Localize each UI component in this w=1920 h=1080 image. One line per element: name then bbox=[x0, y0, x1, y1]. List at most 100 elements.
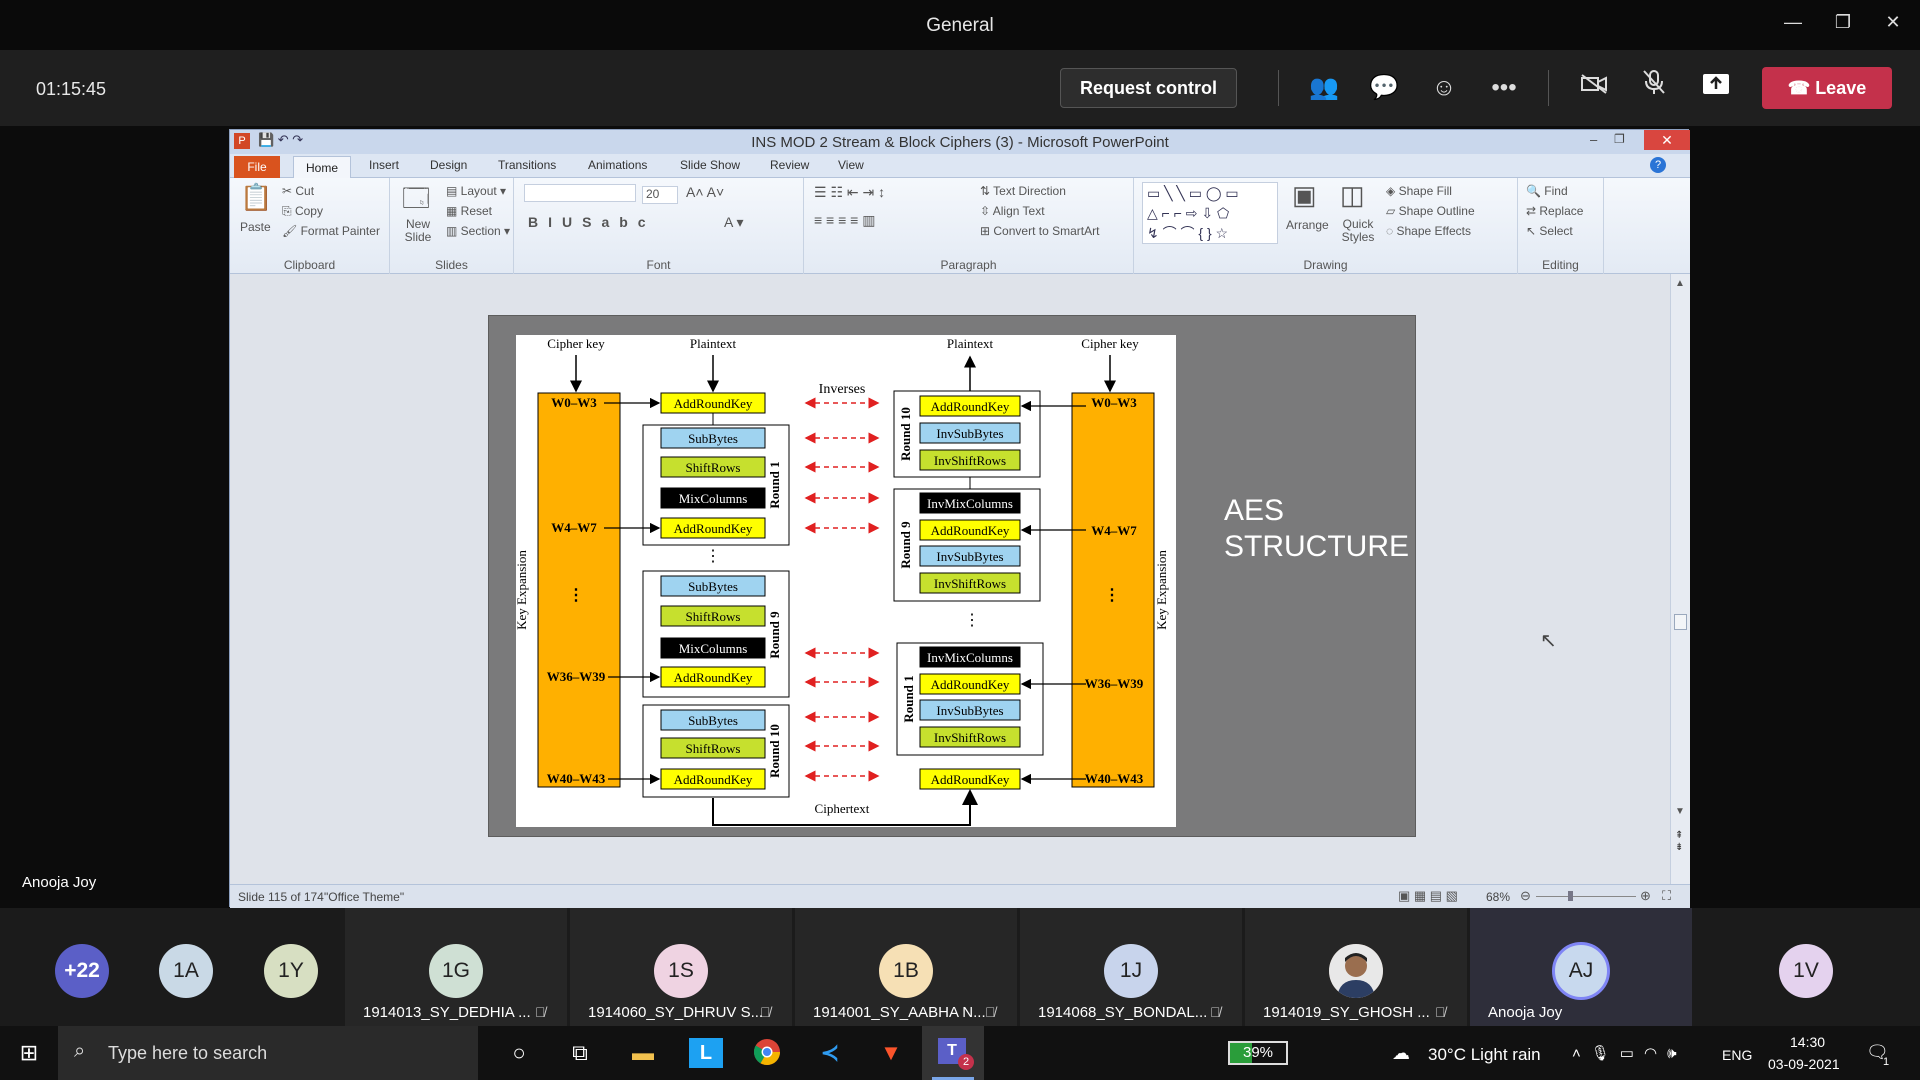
windows-start-icon[interactable]: ⊞ bbox=[12, 1038, 46, 1068]
participant-name: 1914060_SY_DHRUV S... bbox=[588, 1004, 764, 1021]
shape-effects-label: Shape Effects bbox=[1396, 224, 1471, 238]
more-options-icon[interactable]: ••• bbox=[1484, 68, 1524, 108]
restore-icon[interactable]: ❐ bbox=[1828, 12, 1858, 38]
lenovo-l-icon[interactable]: L bbox=[689, 1038, 723, 1068]
align-icons[interactable]: ≡ ≡ ≡ ≡ ▥ bbox=[814, 212, 875, 229]
avatar[interactable]: 1Y bbox=[264, 944, 318, 998]
tab-file[interactable]: File bbox=[234, 156, 280, 178]
find-button[interactable]: 🔍 Find bbox=[1526, 184, 1568, 198]
participant-tile[interactable]: 1G 1914013_SY_DEDHIA ... 🎙̸ bbox=[345, 908, 567, 1026]
tab-design[interactable]: Design bbox=[430, 158, 467, 172]
cortana-icon[interactable]: ○ bbox=[502, 1038, 536, 1068]
scroll-down-icon[interactable]: ▼ bbox=[1675, 806, 1685, 817]
chat-icon[interactable]: 💬 bbox=[1364, 68, 1404, 108]
request-control-button[interactable]: Request control bbox=[1060, 68, 1237, 108]
mic-off-icon[interactable] bbox=[1634, 68, 1674, 108]
align-text-button[interactable]: ⇳ Align Text bbox=[980, 204, 1045, 218]
tab-insert[interactable]: Insert bbox=[369, 158, 399, 172]
format-painter-button[interactable]: 🖌 Format Painter bbox=[282, 224, 380, 238]
leave-button[interactable]: ☎ Leave bbox=[1762, 67, 1892, 109]
ppt-minimize-icon[interactable]: – bbox=[1590, 132, 1597, 147]
zoom-slider-thumb[interactable] bbox=[1568, 891, 1573, 901]
tab-animations[interactable]: Animations bbox=[588, 158, 647, 172]
clock-time[interactable]: 14:30 bbox=[1790, 1034, 1825, 1050]
help-icon[interactable]: ? bbox=[1650, 157, 1666, 173]
add-round-key-box: AddRoundKey bbox=[931, 772, 1010, 787]
view-buttons-icon[interactable]: ▣ ▦ ▤ ▧ bbox=[1398, 888, 1458, 904]
new-slide-button[interactable]: New Slide bbox=[398, 218, 438, 244]
layout-button[interactable]: ▤ Layout ▾ bbox=[446, 184, 506, 198]
section-button[interactable]: ▥ Section ▾ bbox=[446, 224, 510, 238]
participant-tile-speaking[interactable]: AJ Anooja Joy bbox=[1470, 908, 1692, 1026]
font-color-icon[interactable]: A ▾ bbox=[724, 214, 743, 231]
tab-transitions[interactable]: Transitions bbox=[498, 158, 556, 172]
convert-smartart-button[interactable]: ⊞ Convert to SmartArt bbox=[980, 224, 1099, 238]
font-size-select[interactable]: 20 bbox=[642, 186, 678, 204]
ppt-title-bar: P 💾 ↶ ↷ INS MOD 2 Stream & Block Ciphers… bbox=[230, 130, 1690, 154]
text-direction-button[interactable]: ⇅ Text Direction bbox=[980, 184, 1066, 198]
weather-icon[interactable]: ☁ bbox=[1392, 1043, 1410, 1064]
tab-view[interactable]: View bbox=[838, 158, 864, 172]
shape-outline-button[interactable]: ▱ Shape Outline bbox=[1386, 204, 1475, 218]
tab-review[interactable]: Review bbox=[770, 158, 809, 172]
clock-date[interactable]: 03-09-2021 bbox=[1768, 1056, 1840, 1072]
overflow-participants-button[interactable]: +22 bbox=[55, 944, 109, 998]
ppt-restore-icon[interactable]: ❐ bbox=[1614, 132, 1625, 146]
paste-icon[interactable]: 📋 bbox=[240, 182, 272, 213]
shape-fill-button[interactable]: ◈ Shape Fill bbox=[1386, 184, 1452, 198]
font-style-icons[interactable]: BIUSabc bbox=[528, 214, 656, 230]
scroll-thumb[interactable] bbox=[1674, 614, 1687, 630]
replace-button[interactable]: ⇄ Replace bbox=[1526, 204, 1583, 218]
file-explorer-icon[interactable]: ▬ bbox=[626, 1038, 660, 1068]
bullets-icon[interactable]: ☰ ☷ ⇤ ⇥ ↕ bbox=[814, 184, 885, 201]
quick-styles-icon[interactable]: ◫ bbox=[1340, 180, 1365, 211]
cut-button[interactable]: ✂ Cut bbox=[282, 184, 314, 198]
avatar[interactable]: 1V bbox=[1779, 944, 1833, 998]
zoom-out-icon[interactable]: ⊖ bbox=[1520, 888, 1531, 904]
weather-text[interactable]: 30°C Light rain bbox=[1428, 1045, 1541, 1065]
participant-tile[interactable]: 1914019_SY_GHOSH ... 🎙̸ bbox=[1245, 908, 1467, 1026]
zoom-slider[interactable] bbox=[1536, 896, 1636, 897]
fit-to-window-icon[interactable]: ⛶ bbox=[1662, 888, 1671, 904]
scroll-up-icon[interactable]: ▲ bbox=[1675, 278, 1685, 289]
shape-outline-label: Shape Outline bbox=[1398, 204, 1475, 218]
system-tray-icons[interactable]: ˄🎙▭◠🕪 bbox=[1572, 1044, 1687, 1062]
camera-off-icon[interactable] bbox=[1574, 68, 1614, 108]
paste-button[interactable]: Paste bbox=[240, 220, 271, 234]
select-button[interactable]: ↖ Select bbox=[1526, 224, 1573, 238]
battery-percent: 39% bbox=[1242, 1044, 1274, 1061]
tab-home[interactable]: Home bbox=[293, 156, 351, 179]
copy-button[interactable]: ⎘ Copy bbox=[282, 204, 323, 219]
chrome-icon[interactable] bbox=[750, 1038, 784, 1068]
shape-effects-button[interactable]: ◌ Shape Effects bbox=[1386, 224, 1471, 238]
shapes-gallery[interactable]: ▭ ╲ ╲ ▭ ◯ ▭ △ ⌐ ⌐ ⇨ ⇩ ⬠ ↯ ⌒ ⌒ { } ☆ bbox=[1142, 182, 1278, 244]
battery-indicator[interactable]: 39% bbox=[1228, 1041, 1288, 1065]
prev-next-slide-icon[interactable]: ⇞ ⇟ bbox=[1675, 830, 1683, 854]
zoom-in-icon[interactable]: ⊕ bbox=[1640, 888, 1651, 904]
taskbar-search-box[interactable]: ⌕ Type here to search bbox=[58, 1026, 478, 1080]
vertical-scrollbar[interactable]: ▲ ▼ ⇞ ⇟ bbox=[1670, 274, 1690, 884]
share-screen-icon[interactable] bbox=[1696, 68, 1736, 108]
reset-button[interactable]: ▦ Reset bbox=[446, 204, 492, 218]
teams-taskbar-button[interactable]: T 2 bbox=[922, 1026, 984, 1080]
avatar[interactable]: 1A bbox=[159, 944, 213, 998]
grow-shrink-font-icon[interactable]: A˄ A˅ bbox=[686, 184, 724, 200]
arrange-button[interactable]: Arrange bbox=[1286, 218, 1329, 232]
zoom-level[interactable]: 68% bbox=[1486, 890, 1510, 904]
reactions-icon[interactable]: ☺ bbox=[1424, 68, 1464, 108]
participant-tile[interactable]: 1S 1914060_SY_DHRUV S... 🎙̸ bbox=[570, 908, 792, 1026]
task-view-icon[interactable]: ⧉ bbox=[563, 1038, 597, 1068]
font-name-select[interactable] bbox=[524, 184, 636, 202]
participants-icon[interactable]: 👥 bbox=[1304, 68, 1344, 108]
quick-styles-button[interactable]: Quick Styles bbox=[1340, 218, 1376, 244]
vscode-icon[interactable]: ≺ bbox=[813, 1038, 847, 1068]
brave-icon[interactable]: ▼ bbox=[874, 1038, 908, 1068]
close-icon[interactable]: ✕ bbox=[1878, 12, 1908, 38]
participant-tile[interactable]: 1B 1914001_SY_AABHA N... 🎙̸ bbox=[795, 908, 1017, 1026]
arrange-icon[interactable]: ▣ bbox=[1292, 180, 1317, 211]
language-indicator[interactable]: ENG bbox=[1722, 1047, 1752, 1063]
participant-tile[interactable]: 1J 1914068_SY_BONDAL... 🎙̸ bbox=[1020, 908, 1242, 1026]
minimize-icon[interactable]: — bbox=[1778, 12, 1808, 38]
tab-slide-show[interactable]: Slide Show bbox=[680, 158, 740, 172]
ppt-close-icon[interactable]: ✕ bbox=[1644, 130, 1690, 150]
